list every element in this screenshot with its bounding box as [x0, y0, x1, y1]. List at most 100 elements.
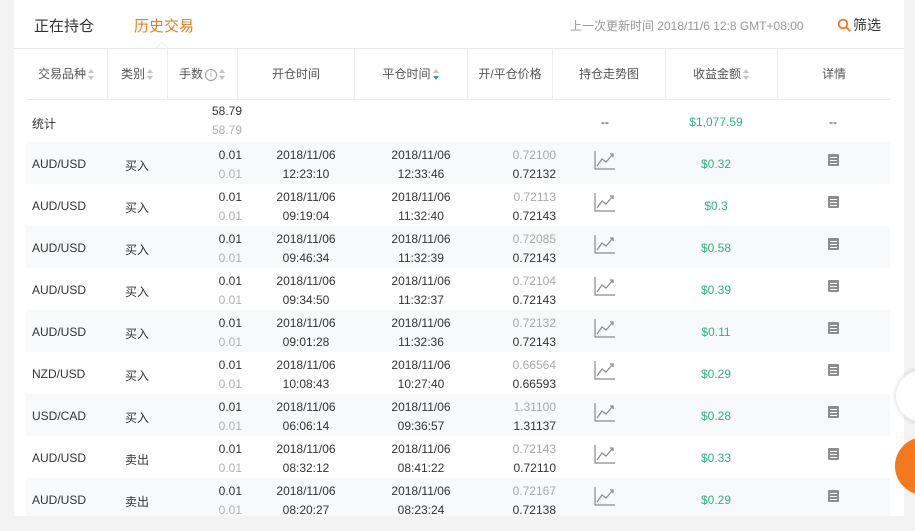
row-open-date: 2018/11/06 [276, 442, 336, 456]
row-type: 卖出 [124, 453, 149, 467]
detail-document-icon[interactable] [826, 322, 840, 337]
col-profit[interactable]: 收益金额 [666, 49, 778, 99]
row-open-price: 0.72143 [512, 442, 556, 456]
col-lots-label: 手数 [178, 67, 203, 81]
row-open-price: 0.72132 [512, 316, 556, 330]
col-lots[interactable]: 手数 i [168, 49, 238, 99]
sort-icon [147, 69, 154, 81]
detail-document-icon[interactable] [826, 448, 840, 463]
row-lots-closed: 0.01 [218, 209, 242, 223]
row-type: 买入 [124, 285, 149, 299]
row-profit: $0.33 [700, 451, 732, 465]
row-profit: $0.29 [700, 493, 732, 507]
row-lots: 0.01 [218, 148, 242, 162]
trend-chart-icon[interactable] [594, 444, 616, 464]
table-row: AUD/USD 买入 0.01 0.01 2018/11/06 09:46:34… [26, 226, 890, 268]
trend-chart-icon[interactable] [594, 486, 616, 506]
detail-document-icon[interactable] [826, 406, 840, 421]
trend-chart-icon[interactable] [594, 192, 616, 212]
row-type: 买入 [124, 411, 149, 425]
row-symbol: AUD/USD [32, 199, 87, 213]
table-row: AUD/USD 买入 0.01 0.01 2018/11/06 12:23:10… [26, 142, 890, 184]
row-type: 买入 [124, 369, 149, 383]
row-open-time: 09:19:04 [282, 209, 330, 223]
table-row: NZD/USD 买入 0.01 0.01 2018/11/06 10:08:43… [26, 352, 890, 394]
summary-profit: $1,077.59 [689, 115, 743, 129]
row-close-time: 10:27:40 [397, 377, 445, 391]
row-open-price: 0.72085 [512, 232, 556, 246]
row-open-date: 2018/11/06 [276, 316, 336, 330]
filter-button[interactable]: 筛选 [837, 15, 881, 35]
active-tab-indicator [156, 42, 168, 48]
col-close-time[interactable]: 平仓时间 [355, 49, 468, 99]
col-symbol-label: 交易品种 [37, 67, 86, 81]
row-lots: 0.01 [218, 358, 242, 372]
summary-row: 统计 58.79 58.79 -- $1,077.59 -- [26, 100, 890, 142]
tab-open-positions[interactable]: 正在持仓 [34, 15, 94, 36]
row-open-time: 09:46:34 [282, 251, 330, 265]
row-close-price: 0.72110 [513, 461, 557, 475]
row-symbol: AUD/USD [32, 325, 87, 339]
col-price: 开/平仓价格 [468, 49, 553, 99]
row-open-time: 08:20:27 [282, 503, 330, 516]
row-close-time: 11:32:36 [398, 335, 444, 349]
detail-document-icon[interactable] [826, 490, 840, 505]
row-symbol: USD/CAD [32, 409, 87, 423]
tab-trade-history[interactable]: 历史交易 [134, 15, 194, 36]
trend-chart-icon[interactable] [594, 150, 616, 170]
row-symbol: AUD/USD [32, 283, 87, 297]
col-profit-label: 收益金额 [692, 67, 741, 81]
row-type: 买入 [124, 159, 149, 173]
trend-chart-icon[interactable] [594, 360, 616, 380]
row-lots-closed: 0.01 [218, 461, 242, 475]
trend-chart-icon[interactable] [594, 318, 616, 338]
col-detail-label: 详情 [821, 67, 846, 81]
row-type: 买入 [124, 327, 149, 341]
row-symbol: AUD/USD [32, 493, 87, 507]
row-close-time: 11:32:37 [398, 293, 444, 307]
table-header: 交易品种 类别 手数 i 开仓时间 平仓时间 开/平仓价格 持仓走势图 收益金额 … [26, 49, 890, 100]
col-open-time-label: 开仓时间 [271, 67, 320, 81]
detail-document-icon[interactable] [826, 196, 840, 211]
detail-document-icon[interactable] [826, 364, 840, 379]
trend-chart-icon[interactable] [594, 402, 616, 422]
row-close-time: 08:41:22 [397, 461, 445, 475]
table-row: USD/CAD 买入 0.01 0.01 2018/11/06 06:06:14… [26, 394, 890, 436]
row-profit: $0.3 [704, 199, 728, 213]
row-close-time: 12:33:46 [397, 167, 445, 181]
row-close-date: 2018/11/06 [391, 316, 451, 330]
row-open-date: 2018/11/06 [276, 400, 336, 414]
row-close-date: 2018/11/06 [391, 148, 451, 162]
row-lots-closed: 0.01 [218, 377, 242, 391]
summary-lots-total: 58.79 [211, 104, 242, 118]
row-close-time: 09:36:57 [397, 419, 445, 433]
row-lots-closed: 0.01 [218, 167, 242, 181]
sort-icon [88, 69, 95, 81]
row-lots-closed: 0.01 [218, 293, 242, 307]
info-icon[interactable]: i [205, 68, 217, 81]
detail-document-icon[interactable] [826, 154, 840, 169]
bottom-scroll-area [0, 516, 915, 531]
col-type[interactable]: 类别 [108, 49, 168, 99]
row-profit: $0.39 [700, 283, 732, 297]
row-lots-closed: 0.01 [218, 335, 242, 349]
row-open-price: 0.72167 [512, 484, 556, 498]
detail-document-icon[interactable] [826, 238, 840, 253]
row-close-price: 0.72132 [512, 167, 556, 181]
table-row: AUD/USD 买入 0.01 0.01 2018/11/06 09:34:50… [26, 268, 890, 310]
row-open-price: 0.66564 [512, 358, 556, 372]
row-type: 买入 [124, 243, 149, 257]
row-close-date: 2018/11/06 [391, 190, 451, 204]
trend-chart-icon[interactable] [594, 234, 616, 254]
detail-document-icon[interactable] [826, 280, 840, 295]
summary-label: 统计 [32, 117, 57, 131]
row-open-time: 08:32:12 [282, 461, 330, 475]
sort-icon [219, 69, 226, 81]
row-open-date: 2018/11/06 [276, 484, 336, 498]
row-lots-closed: 0.01 [218, 251, 242, 265]
row-profit: $0.29 [700, 367, 732, 381]
col-symbol[interactable]: 交易品种 [26, 49, 108, 99]
trend-chart-icon[interactable] [594, 276, 616, 296]
row-type: 买入 [124, 201, 149, 215]
row-lots: 0.01 [218, 274, 242, 288]
